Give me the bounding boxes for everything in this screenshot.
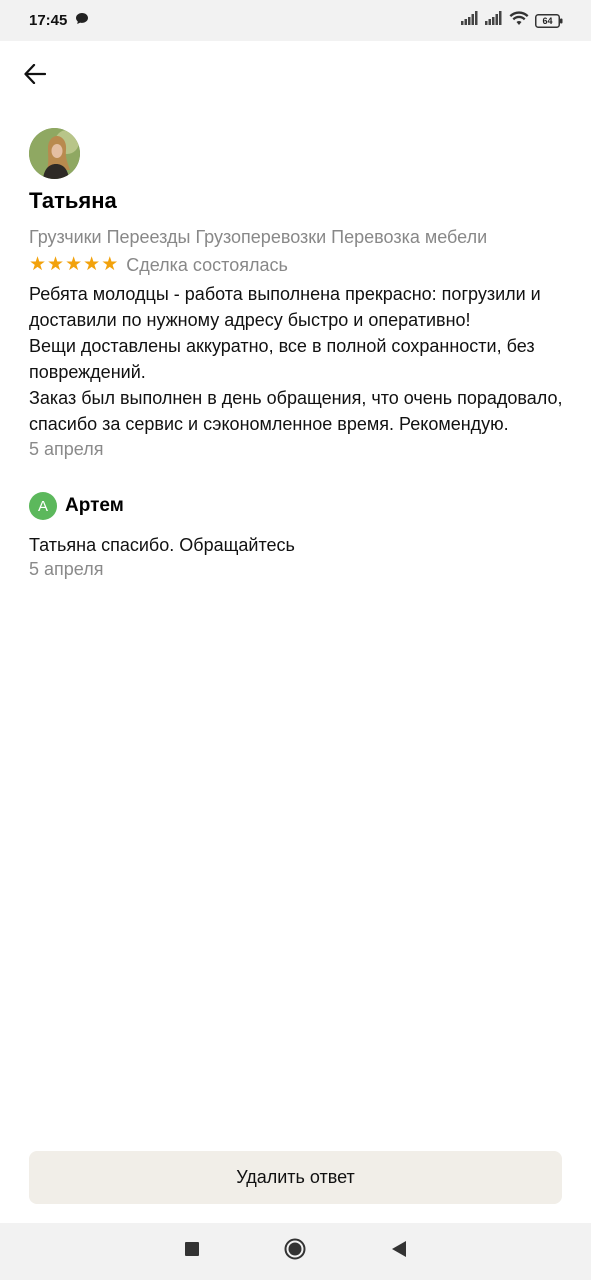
rating-row: ★ ★ ★ ★ ★ Сделка состоялась: [29, 253, 569, 277]
reply-avatar: А: [29, 492, 57, 520]
battery-icon: 64: [535, 13, 563, 28]
arrow-left-icon: [24, 63, 47, 89]
review-content: Татьяна Грузчики Переезды Грузоперевозки…: [29, 128, 569, 581]
reply-text: Татьяна спасибо. Обращайтесь: [29, 535, 295, 555]
review-text: Ребята молодцы - работа выполнена прекра…: [29, 284, 563, 434]
star-icon: ★: [101, 254, 119, 275]
battery-level: 64: [542, 15, 553, 26]
triangle-left-icon: [392, 1241, 407, 1262]
service-categories: Грузчики Переезды Грузоперевозки Перевоз…: [29, 227, 488, 247]
reply-date: 5 апреля: [29, 559, 104, 579]
reply-header: А Артем: [29, 491, 569, 521]
status-right: 64: [461, 10, 563, 31]
back-button[interactable]: [16, 57, 54, 95]
star-icon: ★: [83, 254, 101, 275]
status-left: 17:45: [29, 12, 89, 29]
review-date: 5 апреля: [29, 439, 104, 459]
app-bar: [0, 41, 591, 111]
circle-icon: [284, 1238, 306, 1265]
signal-icon: [485, 11, 503, 30]
star-icon: ★: [65, 254, 83, 275]
avatar-photo: [29, 128, 80, 179]
rating-stars: ★ ★ ★ ★ ★: [29, 255, 118, 275]
system-nav-bar: [0, 1223, 591, 1280]
star-icon: ★: [29, 254, 47, 275]
star-icon: ★: [47, 254, 65, 275]
status-time: 17:45: [29, 12, 68, 29]
signal-icon: [461, 11, 479, 30]
delete-reply-button[interactable]: Удалить ответ: [29, 1151, 562, 1204]
author-name[interactable]: Татьяна: [29, 187, 569, 215]
home-button[interactable]: [275, 1232, 315, 1272]
reply-author: Артем: [65, 495, 124, 516]
square-icon: [184, 1242, 199, 1261]
wifi-icon: [509, 10, 529, 31]
status-bar: 17:45 64: [0, 0, 591, 41]
recents-button[interactable]: [172, 1232, 212, 1272]
back-nav-button[interactable]: [379, 1232, 419, 1272]
author-avatar[interactable]: [29, 128, 80, 179]
reply-block: А Артем Татьяна спасибо. Обращайтесь 5 а…: [29, 491, 569, 581]
chat-bubble-icon: [75, 12, 89, 29]
deal-status: Сделка состоялась: [126, 254, 288, 275]
